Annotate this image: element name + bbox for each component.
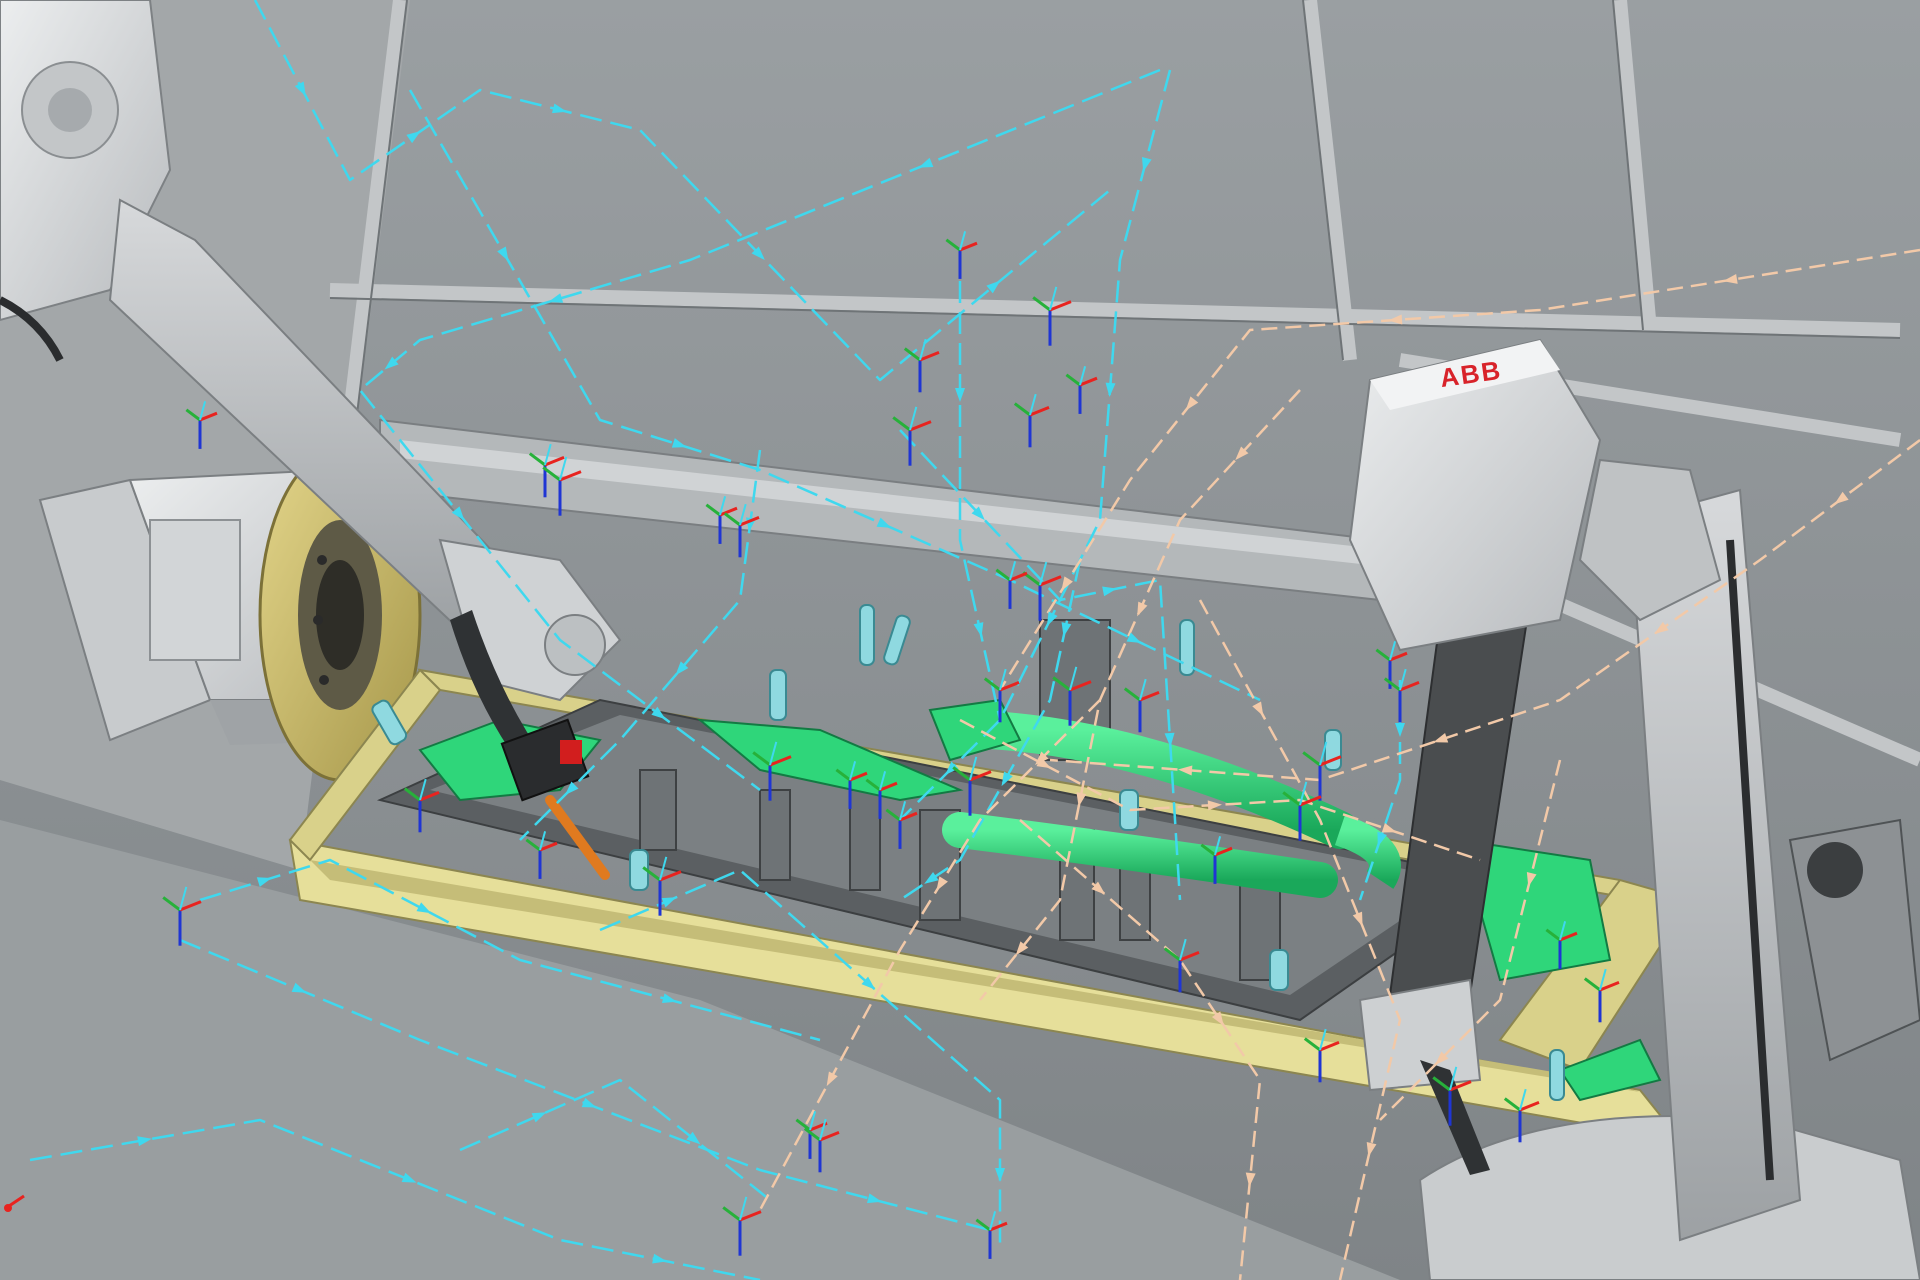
robot-cell-scene[interactable]: ABB <box>0 0 1920 1280</box>
right-robot-wrist <box>1358 978 1482 1092</box>
3d-viewport[interactable]: ABB <box>0 0 1920 1280</box>
